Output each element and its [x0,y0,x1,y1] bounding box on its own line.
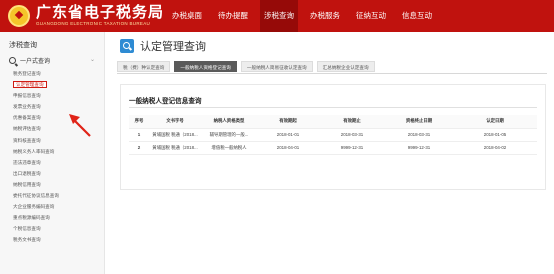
tax-emblem-icon [8,5,30,27]
table-header-row: 序号 文书字号 纳税人资格类型 有效期起 有效期止 资格终止日期 认定日期 [129,115,537,129]
table-cell: 2 [129,141,149,155]
table-cell: 2018-04-01 [257,141,319,155]
sidebar-item-label: 违法违章查询 [13,159,41,165]
sidebar-item-label: 委托代征协议信息查询 [13,193,59,199]
table-cell: 黄埔国税 税通（2018... [149,128,201,142]
chevron-down-icon: ⌄ [89,57,95,63]
sidebar-item-credit[interactable]: 纳税信用查询 [0,179,105,190]
sidebar-item-label: 税务文书查询 [13,237,41,243]
search-icon [120,39,134,53]
column-header: 有效期止 [319,115,385,129]
results-table: 序号 文书字号 纳税人资格类型 有效期起 有效期止 资格终止日期 认定日期 1 … [129,115,537,155]
table-row[interactable]: 1 黄埔国税 税通（2018... 辅导期管理的一般... 2018-01-01… [129,128,537,142]
table-cell: 2018-03-31 [319,128,385,142]
tab-divider [117,73,547,74]
table-cell: 9999-12-31 [385,141,453,155]
tab-bar: 税（费）种认定查询 一般纳税人资格登记查询 一般纳税人简易征收认定查询 汇总纳税… [117,61,379,73]
sidebar-item-obligor[interactable]: 纳税义务人率码查询 [0,146,105,157]
sidebar-item-label: 个税信息查询 [13,226,41,232]
sidebar-item-label: 纳税信用查询 [13,181,41,187]
page-title: 认定管理查询 [120,38,206,54]
panel-title: 一般纳税人登记信息查询 [129,98,202,105]
column-header: 文书字号 [149,115,201,129]
table-cell: 2018-01-05 [453,128,537,142]
sidebar-item-enterprise-code[interactable]: 大企业服务编码查询 [0,201,105,212]
logo-title: 广东省电子税务局 [36,4,165,21]
sidebar-item-label: 申报信息查询 [13,93,41,99]
nav-item-reminders[interactable]: 待办提醒 [214,0,252,32]
sidebar-group-label: 一户式查询 [20,58,51,65]
tab-simple-levy[interactable]: 一般纳税人简易征收认定查询 [240,61,313,72]
nav-item-info-interaction[interactable]: 信息互动 [398,0,436,32]
table-cell: 2018-04-02 [453,141,537,155]
sidebar-item-key-source[interactable]: 重点税源编码查询 [0,212,105,223]
nav-item-tax-query[interactable]: 涉税查询 [260,0,298,32]
sidebar: 涉税查询 一户式查询 ⌄ 税务登记查询 认定管理查询 申报信息查询 发票业务查询… [0,32,105,274]
table-cell: 9999-12-31 [319,141,385,155]
column-header: 序号 [129,115,149,129]
table-row[interactable]: 2 黄埔国税 税通（2018... 增值税一般纳税人 2018-04-01 99… [129,141,537,155]
table-cell: 增值税一般纳税人 [201,141,257,155]
table-cell: 黄埔国税 税通（2018... [149,141,201,155]
result-panel: 一般纳税人登记信息查询 序号 文书字号 纳税人资格类型 有效期起 有效期止 资格… [120,84,546,190]
sidebar-item-label: 资料核查查询 [13,137,41,143]
sidebar-item-label: 纳税评估查询 [13,126,41,132]
panel-divider [129,107,537,108]
nav-item-interaction[interactable]: 征纳互动 [352,0,390,32]
logo-text: 广东省电子税务局 GUANGDONG ELECTRONIC TAXATION B… [36,5,164,27]
table-cell: 2018-03-31 [385,128,453,142]
page-title-text: 认定管理查询 [140,41,206,53]
column-header: 有效期起 [257,115,319,129]
sidebar-item-label: 优惠备案查询 [13,115,41,121]
sidebar-item-tax-registration[interactable]: 税务登记查询 [0,68,105,79]
sidebar-item-label: 税务登记查询 [13,71,41,76]
tab-general-taxpayer[interactable]: 一般纳税人资格登记查询 [174,61,237,72]
nav-item-tax-service[interactable]: 办税服务 [306,0,344,32]
sidebar-item-documents[interactable]: 税务文书查询 [0,234,105,245]
sidebar-title: 涉税查询 [9,42,37,49]
sidebar-item-export-refund[interactable]: 出口退税查询 [0,168,105,179]
sidebar-item-label: 纳税义务人率码查询 [13,148,55,154]
sidebar-item-personal-tax[interactable]: 个税信息查询 [0,223,105,234]
table-cell: 2018-01-01 [257,128,319,142]
tab-tax-type[interactable]: 税（费）种认定查询 [117,61,171,72]
sidebar-item-qualification[interactable]: 认定管理查询 [0,79,105,90]
column-header: 纳税人资格类型 [201,115,257,129]
sidebar-item-label: 认定管理查询 [13,81,47,89]
sidebar-item-label: 发票业务查询 [13,104,41,110]
sidebar-item-declaration[interactable]: 申报信息查询 [0,90,105,101]
site-logo[interactable]: 广东省电子税务局 GUANGDONG ELECTRONIC TAXATION B… [8,3,164,29]
column-header: 资格终止日期 [385,115,453,129]
search-icon [9,56,16,64]
table-cell: 辅导期管理的一般... [201,128,257,142]
sidebar-list: 税务登记查询 认定管理查询 申报信息查询 发票业务查询 优惠备案查询 纳税评估查… [0,68,105,246]
sidebar-group-toggle[interactable]: 一户式查询 ⌄ [9,54,99,66]
sidebar-item-label: 出口退税查询 [13,170,41,176]
sidebar-item-label: 重点税源编码查询 [13,215,50,221]
top-header: 广东省电子税务局 GUANGDONG ELECTRONIC TAXATION B… [0,0,554,32]
nav-item-desktop[interactable]: 办税桌面 [168,0,206,32]
main-nav: 办税桌面 待办提醒 涉税查询 办税服务 征纳互动 信息互动 [168,0,444,32]
red-arrow-annotation-icon [69,114,91,137]
logo-subtitle: GUANGDONG ELECTRONIC TAXATION BUREAU [36,21,151,26]
sidebar-item-invoice[interactable]: 发票业务查询 [0,101,105,112]
sidebar-item-violation[interactable]: 违法违章查询 [0,157,105,168]
sidebar-item-agency-agreement[interactable]: 委托代征协议信息查询 [0,190,105,201]
table-cell: 1 [129,128,149,142]
sidebar-item-label: 大企业服务编码查询 [13,204,55,210]
tab-consolidated[interactable]: 汇总纳税企业认定查询 [316,61,375,72]
column-header: 认定日期 [453,115,537,129]
